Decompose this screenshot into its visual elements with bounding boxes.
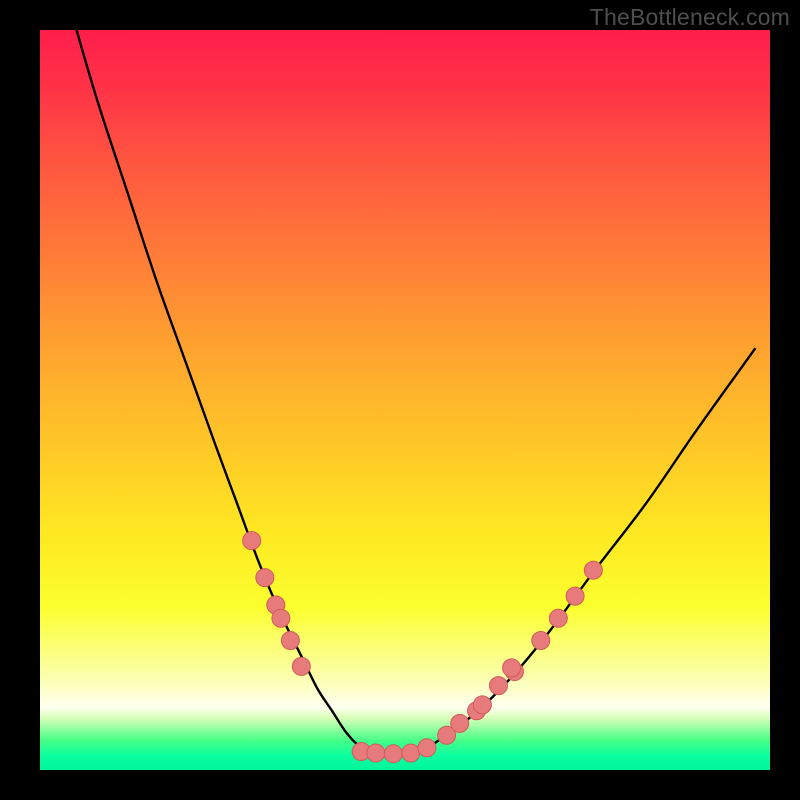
dots-layer [243,532,603,763]
data-dot [243,532,261,550]
curve-layer [77,30,756,756]
bottleneck-curve [77,30,756,756]
chart-frame: TheBottleneck.com [0,0,800,800]
data-dot [584,561,602,579]
data-dot [503,659,521,677]
data-dot [473,696,491,714]
data-dot [532,632,550,650]
chart-svg [40,30,770,770]
data-dot [272,609,290,627]
data-dot [418,739,436,757]
data-dot [549,609,567,627]
data-dot [489,677,507,695]
data-dot [451,714,469,732]
watermark-text: TheBottleneck.com [590,4,790,31]
data-dot [367,744,385,762]
data-dot [402,744,420,762]
data-dot [281,632,299,650]
plot-area [40,30,770,770]
data-dot [384,745,402,763]
data-dot [256,569,274,587]
data-dot [292,657,310,675]
data-dot [566,587,584,605]
